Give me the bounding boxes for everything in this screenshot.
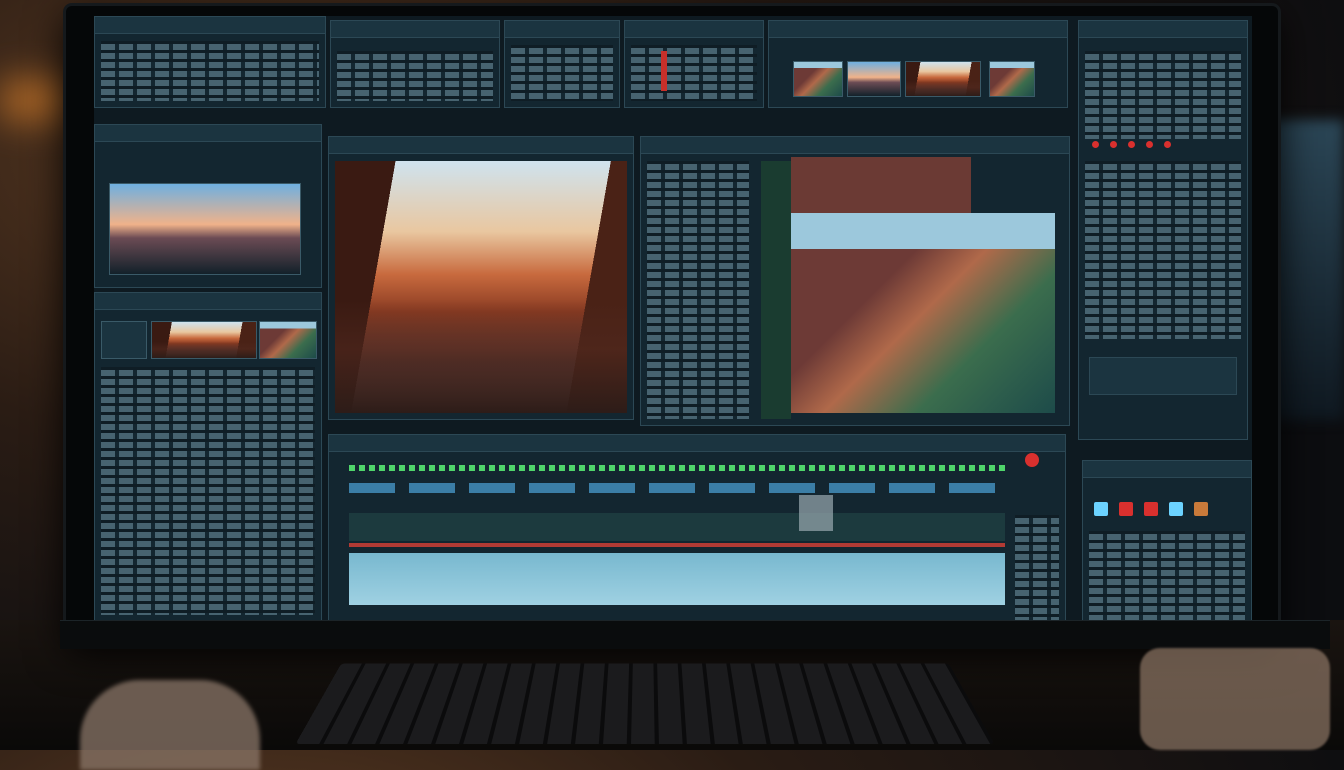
background-light [0, 80, 70, 120]
hand [1140, 648, 1330, 750]
file-list[interactable] [647, 161, 749, 419]
panel-title [505, 21, 619, 38]
parameter-list [511, 45, 613, 101]
effects-panel [1082, 460, 1252, 628]
clip-thumbnail[interactable] [989, 61, 1035, 97]
video-track-1[interactable] [349, 483, 1005, 493]
meter-thumb[interactable] [101, 321, 147, 359]
level-meter [661, 51, 667, 91]
panel-title [641, 137, 1069, 154]
effect-icon[interactable] [1169, 502, 1184, 516]
hand [80, 680, 260, 770]
source-preview[interactable] [109, 183, 301, 275]
parameter-list [631, 45, 757, 101]
panel-title [625, 21, 763, 38]
panel-title [331, 21, 499, 38]
thumbnail-strip [768, 20, 1068, 108]
clip-thumbnail[interactable] [905, 61, 981, 97]
top-panel-2 [330, 20, 500, 108]
video-track-2[interactable] [349, 513, 1005, 541]
parameter-list [337, 51, 493, 101]
editor-screen [94, 16, 1252, 628]
properties-box [1089, 357, 1237, 395]
audio-track[interactable] [349, 553, 1005, 605]
timeline-panel [328, 434, 1066, 628]
clip-thumbnail[interactable] [151, 321, 257, 359]
track-controls[interactable] [1015, 515, 1059, 621]
program-monitor [328, 136, 634, 420]
monitor-bezel [60, 620, 1330, 649]
swatch[interactable] [1146, 141, 1154, 148]
parameter-list [101, 41, 319, 101]
clip-thumbnail[interactable] [847, 61, 901, 97]
color-swatch-row [1089, 133, 1174, 152]
clip-thumbnail[interactable] [259, 321, 317, 359]
marker-track[interactable] [349, 543, 1005, 547]
panel-title [769, 21, 1067, 38]
effect-icon[interactable] [1144, 502, 1159, 516]
effect-icons [1091, 501, 1211, 520]
panel-title [95, 293, 321, 310]
swatch[interactable] [1110, 141, 1118, 148]
keyboard [295, 663, 995, 745]
effect-icon[interactable] [1119, 502, 1134, 516]
waveform-strip [761, 161, 791, 419]
monitor [66, 6, 1278, 642]
top-panel-4 [624, 20, 764, 108]
timeline-ruler[interactable] [349, 465, 1005, 471]
parameter-list [1085, 51, 1241, 139]
top-panel-1 [94, 16, 326, 108]
swatch[interactable] [1128, 141, 1136, 148]
inspector-panel [1078, 20, 1248, 440]
swatch[interactable] [1092, 141, 1099, 148]
program-video-frame[interactable] [335, 161, 627, 413]
clip-thumbnail[interactable] [793, 61, 843, 97]
mixer-channels[interactable] [101, 367, 315, 615]
reference-viewer[interactable] [791, 213, 1055, 413]
panel-title [1079, 21, 1247, 38]
overlay-clip[interactable] [791, 157, 971, 213]
effects-list[interactable] [1089, 531, 1245, 621]
panel-title [329, 137, 633, 154]
effect-icon[interactable] [1194, 502, 1209, 516]
audio-mixer-panel [94, 292, 322, 628]
panel-title [329, 435, 1065, 452]
top-panel-3 [504, 20, 620, 108]
playhead-thumb[interactable] [799, 495, 833, 531]
panel-title [95, 125, 321, 142]
panel-title [95, 17, 325, 34]
panel-title [1083, 461, 1251, 478]
project-browser [640, 136, 1070, 426]
record-button[interactable] [1025, 453, 1039, 467]
parameter-list [1085, 161, 1241, 339]
swatch[interactable] [1164, 141, 1172, 148]
effect-icon[interactable] [1094, 502, 1108, 516]
source-preview-panel [94, 124, 322, 288]
